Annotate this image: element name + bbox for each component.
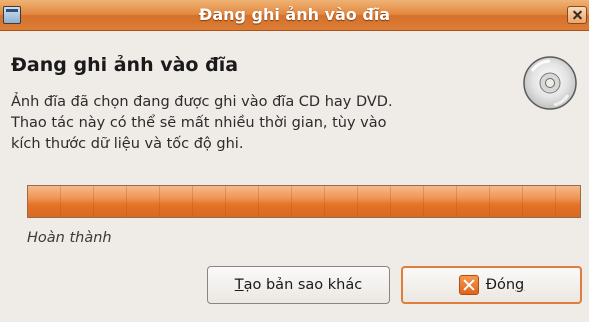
make-another-copy-button[interactable]: Tạo bản sao khác: [207, 266, 390, 304]
progress-status-label: Hoàn thành: [27, 230, 112, 246]
dialog-heading: Đang ghi ảnh vào đĩa: [11, 54, 239, 76]
button-label: Đóng: [485, 277, 525, 293]
window-title: Đang ghi ảnh vào đĩa: [198, 5, 391, 24]
progress-bar-fill: [28, 186, 580, 217]
window-menu-icon[interactable]: [3, 6, 21, 24]
window-close-button[interactable]: [567, 6, 587, 24]
close-x-icon: [458, 275, 479, 295]
progress-bar: [27, 185, 581, 218]
message-line: Thao tác này có thể sẽ mất nhiều thời gi…: [11, 115, 387, 131]
title-bar[interactable]: Đang ghi ảnh vào đĩa: [0, 0, 589, 31]
message-line: kích thước dữ liệu và tốc độ ghi.: [11, 136, 244, 152]
button-label: Tạo bản sao khác: [234, 277, 363, 293]
close-button[interactable]: Đóng: [401, 266, 582, 304]
message-line: Ảnh đĩa đã chọn đang được ghi vào đĩa CD…: [11, 94, 393, 110]
dialog-message: Ảnh đĩa đã chọn đang được ghi vào đĩa CD…: [11, 92, 516, 155]
cd-disc-icon: [523, 56, 577, 110]
